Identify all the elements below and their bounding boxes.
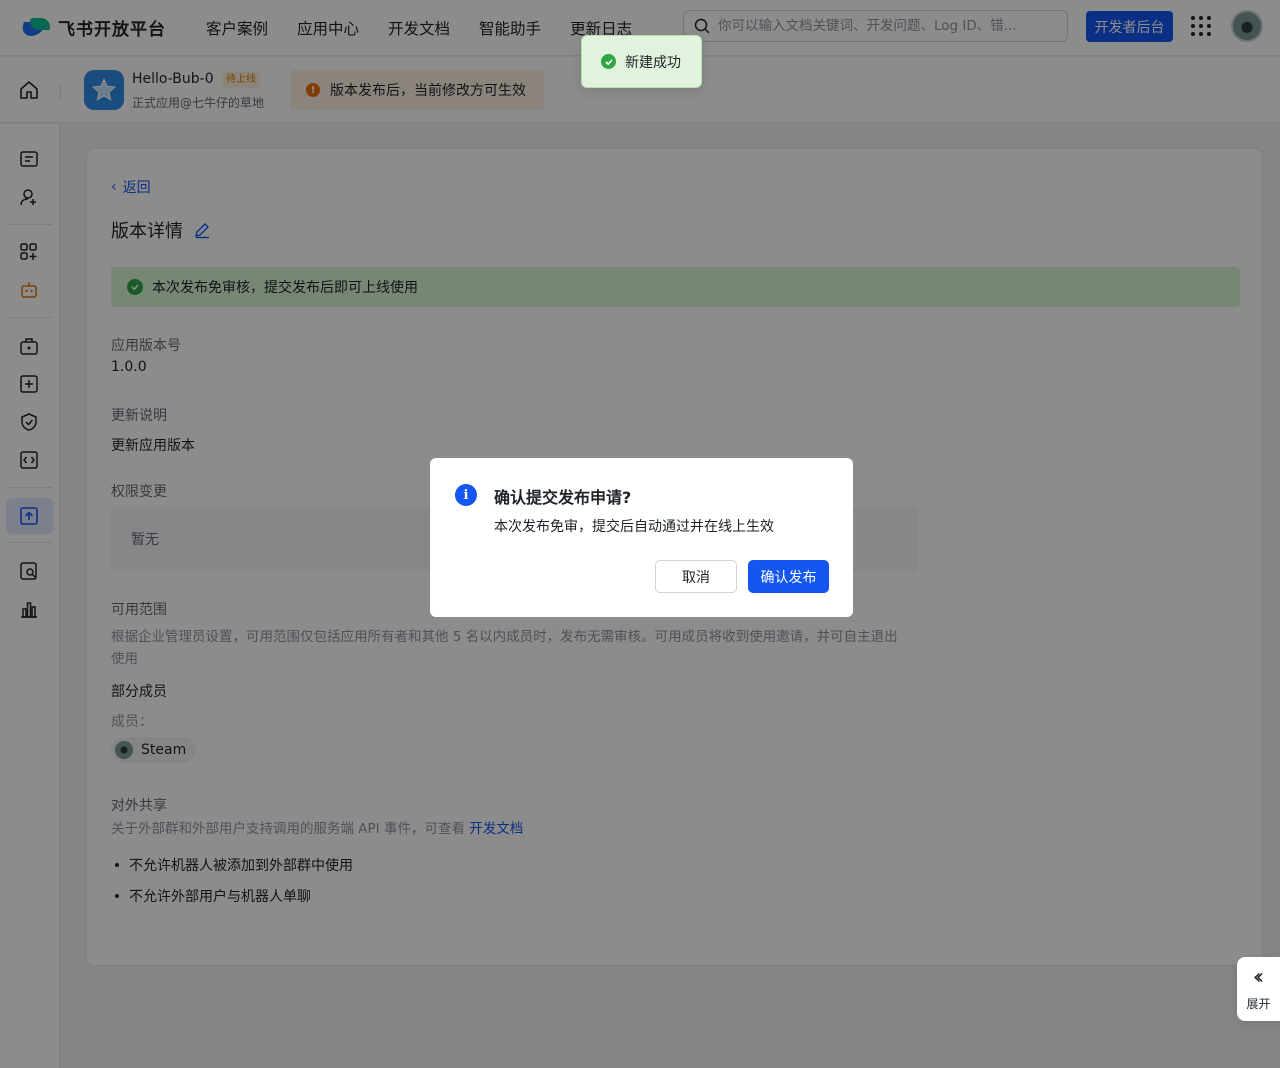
check-circle-icon: [601, 54, 616, 69]
info-icon: i: [455, 484, 477, 506]
dialog-title: 确认提交发布申请?: [494, 488, 632, 507]
cancel-button[interactable]: 取消: [655, 560, 737, 593]
success-toast: 新建成功: [581, 35, 702, 88]
expand-panel-button[interactable]: ‹‹ 展开: [1237, 957, 1280, 1021]
double-chevron-left-icon: ‹‹: [1252, 964, 1264, 990]
dialog-body: 本次发布免审，提交后自动通过并在线上生效: [494, 519, 774, 535]
expand-label: 展开: [1246, 996, 1271, 1011]
confirm-publish-dialog: i 确认提交发布申请? 本次发布免审，提交后自动通过并在线上生效 取消 确认发布: [430, 458, 853, 617]
confirm-publish-button[interactable]: 确认发布: [748, 560, 829, 593]
toast-text: 新建成功: [625, 54, 681, 71]
